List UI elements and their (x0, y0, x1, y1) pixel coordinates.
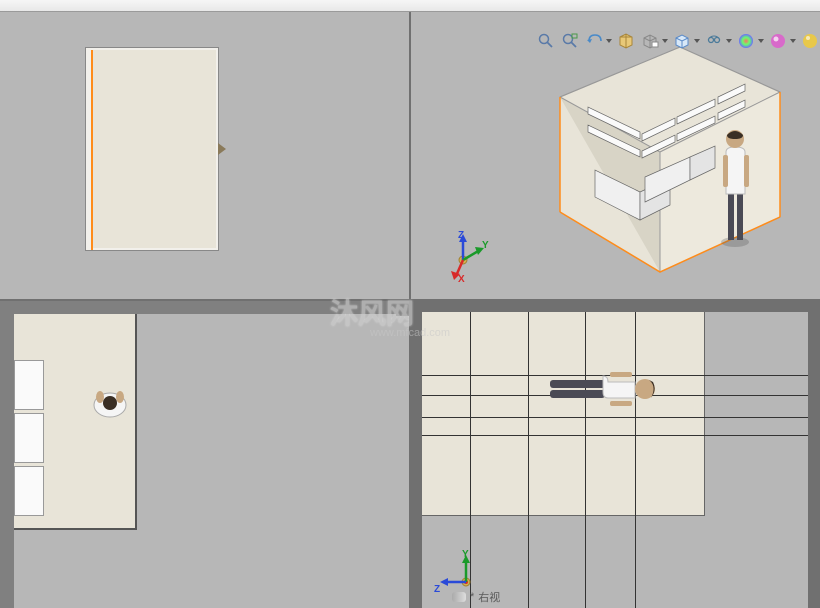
display-style-button[interactable] (671, 30, 693, 52)
wall-segment (0, 300, 14, 608)
window-titlebar-strip (0, 0, 820, 12)
zoom-area-button[interactable] (559, 30, 581, 52)
person-top-view (90, 385, 130, 425)
model-front-view (85, 47, 219, 251)
view-settings-button[interactable] (799, 30, 820, 52)
model-top-view (0, 300, 137, 530)
edit-appearance-button[interactable] (735, 30, 757, 52)
section-view-button[interactable] (615, 30, 637, 52)
door-handle (218, 143, 226, 155)
dropdown-arrow-icon[interactable] (605, 30, 613, 52)
hide-show-button[interactable] (703, 30, 725, 52)
model-interior (93, 50, 216, 248)
shelf-edge (422, 435, 808, 436)
shelf-plan (14, 466, 44, 516)
wall-segment (808, 300, 820, 608)
axis-label-x: X (458, 274, 465, 285)
shelf-edge (422, 417, 808, 418)
heads-up-toolbar (535, 30, 820, 52)
view-orientation-button[interactable] (639, 30, 661, 52)
model-iso-view (540, 42, 800, 292)
shelf-divider (585, 312, 586, 608)
dropdown-arrow-icon[interactable] (725, 30, 733, 52)
previous-view-button[interactable] (583, 30, 605, 52)
dropdown-arrow-icon[interactable] (661, 30, 669, 52)
model-right-view (410, 300, 705, 516)
selected-edge (91, 50, 93, 250)
viewport-top[interactable] (0, 300, 410, 608)
watermark-url: www.mfcad.com (370, 327, 450, 339)
shelf-divider (635, 312, 636, 608)
viewport-front[interactable] (0, 12, 410, 300)
orientation-triad-2d[interactable]: Y Z (438, 552, 488, 602)
dropdown-arrow-icon[interactable] (693, 30, 701, 52)
viewport-area: *右视 Z Y X Y Z 沐风网 www.mfca (0, 12, 820, 608)
dropdown-arrow-icon[interactable] (757, 30, 765, 52)
person-side-view (545, 368, 660, 410)
dropdown-arrow-icon[interactable] (789, 30, 797, 52)
watermark-text: 沐风网 (330, 292, 414, 332)
axis-label-y: Y (462, 549, 469, 560)
wall-segment (410, 300, 422, 608)
shelf-plan (14, 360, 44, 410)
apply-scene-button[interactable] (767, 30, 789, 52)
axis-label-z: Z (458, 230, 464, 241)
axis-label-z: Z (434, 584, 440, 595)
axis-label-y: Y (482, 240, 489, 251)
shelf-plan (14, 413, 44, 463)
zoom-to-fit-button[interactable] (535, 30, 557, 52)
shelf-divider (528, 312, 529, 608)
orientation-triad-3d[interactable]: Z Y X (438, 232, 488, 282)
wall-segment (410, 300, 820, 312)
